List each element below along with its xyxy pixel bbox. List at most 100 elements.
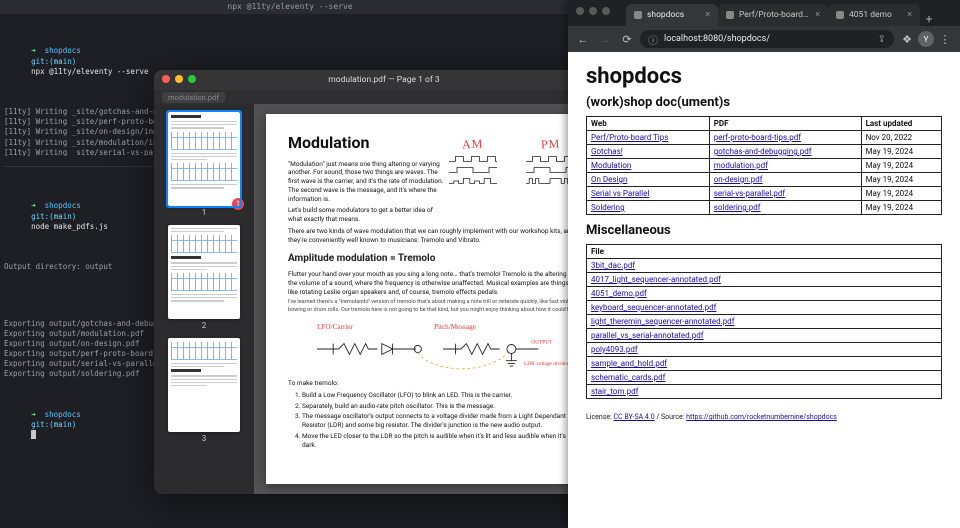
- zoom-icon[interactable]: [188, 75, 196, 83]
- file-link[interactable]: schematic_cards.pdf: [591, 373, 665, 382]
- doc-pdf-link[interactable]: gotchas-and-debugging.pdf: [714, 147, 812, 156]
- pdf-thumb-1[interactable]: 1: [168, 112, 240, 206]
- table-row: poly4093.pdf: [587, 343, 942, 357]
- table-row: light_theremin_sequencer-annotated.pdf: [587, 315, 942, 329]
- pdf-preview-window: modulation.pdf — Page 1 of 3 modulation.…: [154, 70, 614, 494]
- doc-pdf-link[interactable]: modulation.pdf: [714, 161, 768, 170]
- doc-web-link[interactable]: Serial vs Parallel: [591, 189, 649, 198]
- browser-viewport[interactable]: shopdocs (work)shop doc(ument)s Web PDF …: [568, 52, 960, 528]
- license-line: License: CC BY-SA 4.0 / Source: https://…: [586, 413, 942, 421]
- page-subtitle: (work)shop doc(ument)s: [586, 95, 942, 110]
- doc-date: May 19, 2024: [861, 187, 941, 201]
- favicon-icon: [634, 11, 642, 19]
- pdf-thumb-3[interactable]: [168, 338, 240, 432]
- url-text: localhost:8080/shopdocs/: [664, 34, 872, 44]
- doc-date: May 19, 2024: [861, 201, 941, 215]
- table-row: Modulation modulation.pdf May 19, 2024: [587, 159, 942, 173]
- back-button[interactable]: ←: [574, 30, 592, 48]
- modulation-figures: AM PM: [439, 136, 584, 185]
- table-row: parallel_vs_serial-annotated.pdf: [587, 329, 942, 343]
- list-item: The message oscillator's output connects…: [302, 412, 580, 430]
- close-icon[interactable]: ×: [705, 10, 710, 20]
- doc-web-link[interactable]: On Design: [591, 175, 627, 184]
- file-link[interactable]: sample_and_hold.pdf: [591, 359, 667, 368]
- terminal-title: npx @11ty/eleventy --serve: [227, 2, 352, 13]
- zoom-icon[interactable]: [602, 7, 610, 15]
- am-label: AM: [462, 135, 484, 152]
- sk-right-label: Pitch/Message: [434, 323, 476, 331]
- table-row: Soldering soldering.pdf May 19, 2024: [587, 201, 942, 215]
- terminal-titlebar: npx @11ty/eleventy --serve: [0, 0, 580, 14]
- doc-pdf-link[interactable]: on-design.pdf: [714, 175, 763, 184]
- doc-date: May 19, 2024: [861, 159, 941, 173]
- table-row: 4017_light_sequencer-annotated.pdf: [587, 273, 942, 287]
- doc-web-link[interactable]: Modulation: [591, 161, 631, 170]
- doc-pdf-link[interactable]: perf-proto-board-tips.pdf: [714, 133, 801, 142]
- address-bar[interactable]: ⓘ localhost:8080/shopdocs/ ⇪: [640, 30, 894, 48]
- list-item: Separately, build an audio-rate pitch os…: [302, 402, 580, 411]
- doc-date: May 19, 2024: [861, 173, 941, 187]
- forward-button[interactable]: →: [596, 30, 614, 48]
- page-title: shopdocs: [586, 64, 942, 89]
- sk-left-label: LFO/Carrier: [317, 323, 354, 331]
- share-icon[interactable]: ⇪: [878, 34, 886, 45]
- doc-web-link[interactable]: Soldering: [591, 203, 625, 212]
- table-row: Perf/Proto-board Tips perf-proto-board-ti…: [587, 131, 942, 145]
- table-row: sample_and_hold.pdf: [587, 357, 942, 371]
- window-controls: [576, 7, 610, 15]
- profile-avatar[interactable]: Y: [918, 31, 934, 47]
- tab-title: 4051 demo: [849, 10, 902, 20]
- extensions-icon[interactable]: ❖: [898, 30, 916, 48]
- pdf-search-field[interactable]: modulation.pdf: [162, 92, 225, 103]
- browser-tab[interactable]: shopdocs ×: [626, 4, 718, 26]
- window-controls: [162, 75, 196, 83]
- pdf-thumbnails[interactable]: 1 1 2: [154, 104, 254, 494]
- doc-pdf-link[interactable]: soldering.pdf: [714, 203, 761, 212]
- list-item: Move the LED closer to the LDR so the pi…: [302, 432, 580, 450]
- pdf-titlebar[interactable]: modulation.pdf — Page 1 of 3: [154, 70, 614, 90]
- reload-button[interactable]: ⟳: [618, 30, 636, 48]
- browser-tab[interactable]: Perf/Proto-board Tips×: [718, 4, 828, 26]
- browser-toolbar: ← → ⟳ ⓘ localhost:8080/shopdocs/ ⇪ ❖ Y ⋮: [568, 26, 960, 52]
- file-link[interactable]: poly4093.pdf: [591, 345, 638, 354]
- pm-label: PM: [540, 136, 560, 153]
- doc-web-link[interactable]: Perf/Proto-board Tips: [591, 133, 668, 142]
- close-icon[interactable]: [162, 75, 170, 83]
- sk-div-label: LDR voltage divider: [524, 361, 569, 367]
- file-link[interactable]: stair_tom.pdf: [591, 387, 638, 396]
- file-link[interactable]: 4017_light_sequencer-annotated.pdf: [591, 275, 721, 284]
- favicon-icon: [836, 11, 844, 19]
- tab-title: shopdocs: [647, 10, 700, 20]
- table-row: stair_tom.pdf: [587, 385, 942, 399]
- close-icon[interactable]: ×: [907, 10, 912, 20]
- file-link[interactable]: keyboard_sequencer-annotated.pdf: [591, 303, 716, 312]
- minimize-icon[interactable]: [589, 7, 597, 15]
- license-link[interactable]: CC BY-SA 4.0: [613, 413, 654, 421]
- table-row: Gotchas!gotchas-and-debugging.pdfMay 19,…: [587, 145, 942, 159]
- new-tab-button[interactable]: +: [920, 12, 938, 26]
- minimize-icon[interactable]: [175, 75, 183, 83]
- site-info-icon[interactable]: ⓘ: [648, 32, 658, 47]
- menu-icon[interactable]: ⋮: [936, 30, 954, 48]
- subheading-tremolo: Amplitude modulation = Tremolo: [288, 252, 580, 266]
- pdf-thumb-2[interactable]: [168, 225, 240, 319]
- file-link[interactable]: 3bit_dac.pdf: [591, 261, 635, 270]
- table-row: keyboard_sequencer-annotated.pdf: [587, 301, 942, 315]
- file-link[interactable]: 4051_demo.pdf: [591, 289, 647, 298]
- browser-tabstrip: shopdocs×Perf/Proto-board Tips×4051 demo…: [568, 0, 960, 26]
- pdf-window-title: modulation.pdf — Page 1 of 3: [328, 75, 439, 85]
- files-table: File 3bit_dac.pdf4017_light_sequencer-an…: [586, 244, 942, 399]
- browser-window: shopdocs×Perf/Proto-board Tips×4051 demo…: [568, 0, 960, 528]
- source-link[interactable]: https://github.com/rocketnumbernine/shop…: [686, 413, 837, 421]
- close-icon[interactable]: ×: [815, 10, 820, 20]
- close-icon[interactable]: [576, 7, 584, 15]
- annotation-badge: 1: [232, 198, 244, 210]
- doc-web-link[interactable]: Gotchas!: [591, 147, 623, 156]
- doc-pdf-link[interactable]: serial-vs-parallel.pdf: [714, 189, 785, 198]
- browser-tab[interactable]: 4051 demo ×: [828, 4, 920, 26]
- file-link[interactable]: light_theremin_sequencer-annotated.pdf: [591, 317, 734, 326]
- favicon-icon: [726, 11, 734, 19]
- list-item: Build a Low Frequency Oscillator (LFO) t…: [302, 391, 580, 400]
- pdf-page-view[interactable]: Modulation "Modulation" just means one t…: [254, 104, 614, 494]
- file-link[interactable]: parallel_vs_serial-annotated.pdf: [591, 331, 704, 340]
